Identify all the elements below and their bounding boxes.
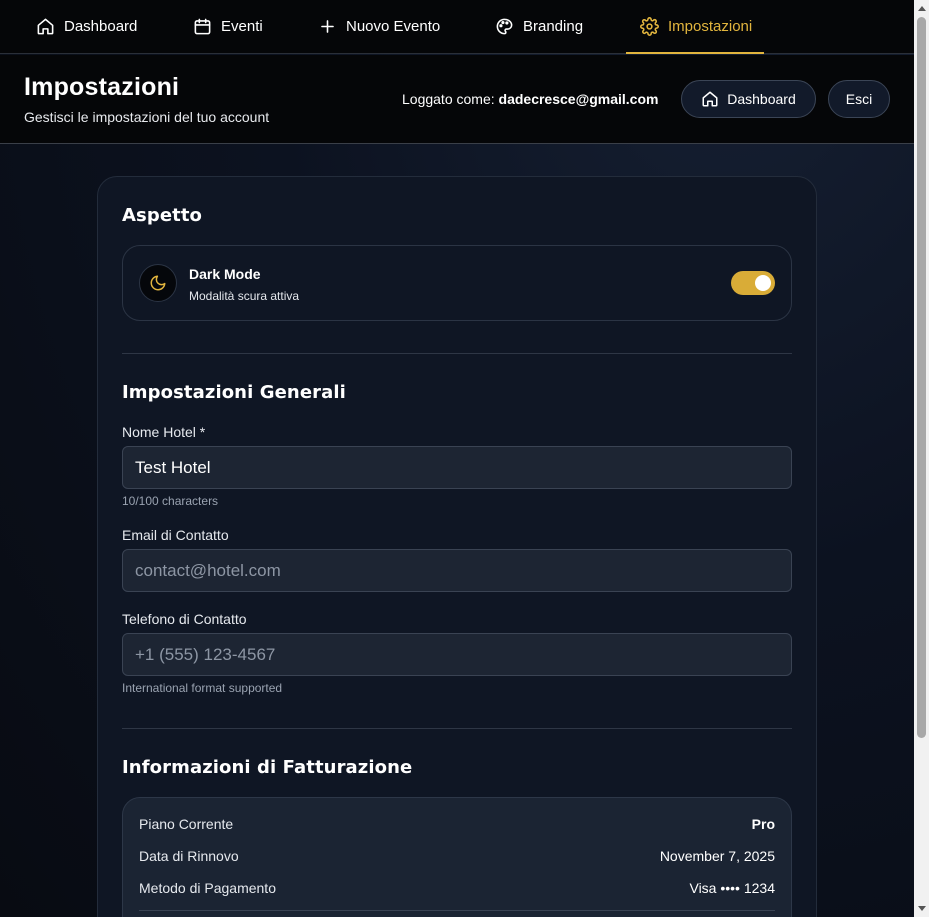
dark-mode-toggle[interactable] [731,271,775,295]
toggle-knob [755,275,771,291]
nav-item-dashboard[interactable]: Dashboard [36,0,137,53]
vertical-scrollbar[interactable] [914,0,929,917]
nav-item-label: Nuovo Evento [346,18,441,35]
hotel-name-char-count: 10/100 characters [122,494,219,508]
nav-item-nuovo-evento[interactable]: Nuovo Evento [318,0,440,53]
section-divider [122,353,792,354]
billing-section-title: Informazioni di Fatturazione [122,757,413,778]
billing-row-label: Metodo di Pagamento [139,880,276,896]
nav-item-label: Branding [523,18,584,35]
moon-icon-badge [139,264,177,302]
scroll-down-arrow-icon[interactable] [918,906,926,911]
nav-item-branding[interactable]: Branding [495,0,583,53]
page-title: Impostazioni [24,73,180,101]
logged-in-prefix: Loggato come: [402,91,495,107]
appearance-section-title: Aspetto [122,205,203,226]
dark-mode-setting: Dark Mode Modalità scura attiva [122,245,792,321]
dark-mode-label: Dark Mode [189,266,261,282]
billing-row-label: Piano Corrente [139,816,234,832]
general-section-title: Impostazioni Generali [122,382,346,403]
billing-info-box: Piano Corrente Pro Data di Rinnovo Novem… [122,797,792,917]
logged-in-email: dadecresce@gmail.com [498,91,659,107]
billing-row-plan: Piano Corrente Pro [139,816,775,832]
logout-button[interactable]: Esci [828,80,890,118]
billing-row-value: Visa •••• 1234 [689,880,775,896]
billing-row-value: Pro [751,816,775,832]
phone-format-hint: International format supported [122,681,283,695]
nav-item-label: Impostazioni [668,18,753,35]
contact-phone-input[interactable] [122,633,792,676]
contact-email-label: Email di Contatto [122,527,229,543]
nav-item-label: Dashboard [64,18,138,35]
scroll-up-arrow-icon[interactable] [918,6,926,11]
hotel-name-input[interactable] [122,446,792,489]
page-header: Impostazioni Gestisci le impostazioni de… [0,55,914,144]
billing-divider [139,910,775,911]
moon-icon [150,275,166,291]
contact-phone-label: Telefono di Contatto [122,611,247,627]
page-subtitle: Gestisci le impostazioni del tuo account [24,109,270,125]
section-divider [122,728,792,729]
billing-row-label: Data di Rinnovo [139,848,239,864]
home-icon [37,18,54,35]
logged-in-info: Loggato come: dadecresce@gmail.com [402,91,658,107]
top-navigation: Dashboard Eventi Nuovo Evento Branding I… [0,0,914,54]
billing-row-renewal: Data di Rinnovo November 7, 2025 [139,848,775,864]
nav-item-eventi[interactable]: Eventi [193,0,263,53]
dark-mode-status: Modalità scura attiva [189,289,300,303]
nav-item-label: Eventi [221,18,263,35]
home-icon [702,91,718,107]
settings-card: Aspetto Dark Mode Modalità scura attiva … [97,176,817,917]
gear-icon [640,17,659,36]
billing-row-value: November 7, 2025 [659,848,775,864]
billing-row-payment: Metodo di Pagamento Visa •••• 1234 [139,880,775,896]
page: Dashboard Eventi Nuovo Evento Branding I… [0,0,914,917]
nav-item-impostazioni[interactable]: Impostazioni [625,0,765,54]
scrollbar-thumb[interactable] [917,17,926,738]
hotel-name-label: Nome Hotel * [122,424,206,440]
palette-icon [496,18,513,35]
dashboard-button[interactable]: Dashboard [681,80,816,118]
plus-icon [321,20,334,33]
dashboard-button-label: Dashboard [727,91,796,107]
calendar-icon [194,18,211,35]
contact-email-input[interactable] [122,549,792,592]
logout-button-label: Esci [845,91,873,107]
